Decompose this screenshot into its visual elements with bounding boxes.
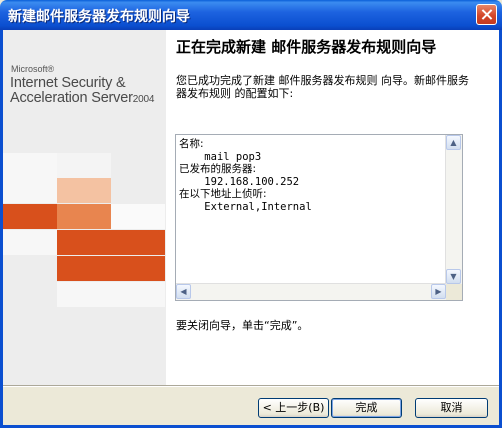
banner-tile (3, 153, 57, 178)
wizard-banner: Microsoft® Internet Security & Accelerat… (3, 30, 166, 385)
banner-tile (3, 204, 57, 229)
finish-button[interactable]: 完成 (331, 398, 402, 418)
banner-tile (111, 256, 165, 281)
listen-value: External,Internal (204, 200, 312, 213)
banner-tile (57, 230, 111, 255)
scroll-up-icon[interactable]: ▲ (446, 135, 461, 150)
name-label: 名称: (179, 138, 204, 150)
cancel-button[interactable]: 取消 (415, 398, 488, 418)
banner-tile (111, 282, 165, 307)
title-bar: 新建邮件服务器发布规则向导 (0, 0, 502, 30)
summary-content: 名称: mail pop3 已发布的服务器: 192.168.100.252 在… (179, 138, 447, 213)
banner-tile (57, 178, 111, 203)
vertical-scrollbar[interactable]: ▲ ▼ (445, 135, 462, 284)
scroll-down-icon[interactable]: ▼ (446, 269, 461, 284)
banner-tile (3, 230, 57, 255)
listen-label: 在以下地址上侦听: (179, 188, 267, 200)
intro-text: 您已成功完成了新建 邮件服务器发布规则 向导。新邮件服务器发布规则 的配置如下: (176, 74, 469, 100)
product-name-main: Acceleration Server (10, 90, 133, 106)
product-year: 2004 (132, 94, 155, 105)
banner-tile (57, 153, 111, 178)
close-hint-text: 要关闭向导，单击“完成”。 (176, 319, 309, 332)
banner-tile (57, 204, 111, 229)
servers-value: 192.168.100.252 (204, 175, 300, 188)
scroll-right-icon[interactable]: ▶ (431, 284, 446, 299)
summary-textbox[interactable]: 名称: mail pop3 已发布的服务器: 192.168.100.252 在… (175, 134, 463, 301)
product-name-line2: Acceleration Server2004 (10, 90, 154, 106)
wizard-content: Microsoft® Internet Security & Accelerat… (3, 30, 499, 385)
banner-tile (111, 204, 165, 229)
button-separator (3, 385, 499, 387)
brand-microsoft: Microsoft® (11, 64, 55, 74)
page-title: 正在完成新建 邮件服务器发布规则向导 (176, 38, 437, 56)
scrollbar-corner (446, 284, 462, 300)
back-button[interactable]: < 上一步(B) (258, 398, 329, 418)
servers-label: 已发布的服务器: (179, 163, 257, 175)
banner-tile (57, 282, 111, 307)
name-value: mail pop3 (204, 150, 262, 163)
banner-tile (3, 178, 57, 203)
product-name-line1: Internet Security & (10, 75, 126, 91)
scroll-left-icon[interactable]: ◀ (176, 284, 191, 299)
close-icon[interactable] (476, 4, 497, 25)
banner-tile (111, 230, 165, 255)
window-title: 新建邮件服务器发布规则向导 (8, 9, 190, 25)
banner-tile (57, 256, 111, 281)
horizontal-scrollbar[interactable]: ◀ ▶ (176, 283, 446, 300)
